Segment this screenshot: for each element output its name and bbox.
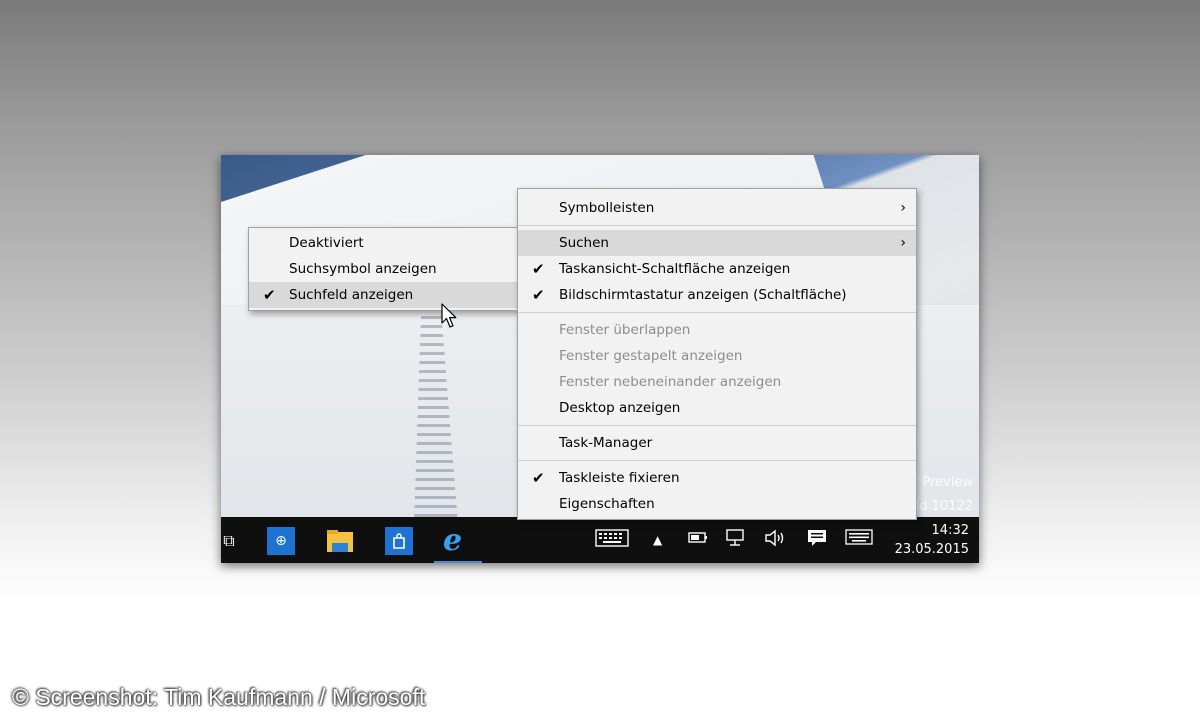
- menu-item-suchsymbol-anzeigen[interactable]: Suchsymbol anzeigen: [249, 256, 519, 282]
- menu-item-label: Task-Manager: [559, 435, 653, 451]
- volume-icon[interactable]: [764, 529, 786, 551]
- menu-item-label: Desktop anzeigen: [559, 400, 681, 416]
- notification-icon[interactable]: [807, 529, 827, 551]
- mouse-cursor-icon: [441, 303, 457, 328]
- menu-item-suchen[interactable]: Suchen ›: [518, 230, 916, 256]
- menu-item-label: Taskleiste fixieren: [559, 470, 680, 486]
- search-submenu: Deaktiviert Suchsymbol anzeigen ✔ Suchfe…: [248, 227, 520, 311]
- network-icon[interactable]: [726, 529, 746, 551]
- menu-item-label: Suchen: [559, 235, 609, 251]
- watermark-line1: r Preview: [912, 475, 973, 490]
- menu-item-label: Suchsymbol anzeigen: [289, 261, 437, 277]
- taskbar: ⧉ ⊕ e ▲ 14:32 23.05.2015: [221, 517, 979, 563]
- system-clock[interactable]: 14:32 23.05.2015: [895, 521, 969, 559]
- menu-item-desktop-anzeigen[interactable]: Desktop anzeigen: [518, 395, 916, 421]
- check-icon: ✔: [263, 286, 276, 304]
- menu-item-fenster-gestapelt: Fenster gestapelt anzeigen: [518, 343, 916, 369]
- menu-separator: [518, 425, 916, 426]
- menu-item-label: Fenster überlappen: [559, 322, 691, 338]
- clock-time: 14:32: [931, 523, 969, 538]
- menu-separator: [518, 225, 916, 226]
- check-icon: ✔: [532, 469, 545, 487]
- menu-item-label: Fenster nebeneinander anzeigen: [559, 374, 782, 390]
- image-credit: © Screenshot: Tim Kaufmann / Microsoft: [12, 684, 426, 710]
- check-icon: ✔: [532, 286, 545, 304]
- menu-item-deaktiviert[interactable]: Deaktiviert: [249, 230, 519, 256]
- keyboard-icon[interactable]: [595, 529, 629, 551]
- menu-item-fenster-nebeneinander: Fenster nebeneinander anzeigen: [518, 369, 916, 395]
- menu-item-eigenschaften[interactable]: Eigenschaften: [518, 491, 916, 517]
- watermark-line2: ld 10122: [915, 499, 973, 514]
- store-icon[interactable]: [385, 527, 413, 555]
- menu-separator: [518, 312, 916, 313]
- menu-item-label: Taskansicht-Schaltfläche anzeigen: [559, 261, 791, 277]
- menu-separator: [518, 460, 916, 461]
- menu-item-label: Eigenschaften: [559, 496, 655, 512]
- task-view-icon[interactable]: ⧉: [221, 527, 239, 555]
- clock-date: 23.05.2015: [894, 542, 969, 557]
- chevron-right-icon: ›: [900, 200, 906, 216]
- internet-explorer-icon[interactable]: e: [443, 526, 462, 556]
- menu-item-taskansicht[interactable]: ✔ Taskansicht-Schaltfläche anzeigen: [518, 256, 916, 282]
- chevron-right-icon: ›: [900, 235, 906, 251]
- menu-item-fenster-ueberlappen: Fenster überlappen: [518, 317, 916, 343]
- chevron-up-icon[interactable]: ▲: [653, 533, 662, 547]
- menu-item-label: Fenster gestapelt anzeigen: [559, 348, 743, 364]
- check-icon: ✔: [532, 260, 545, 278]
- menu-item-label: Bildschirmtastatur anzeigen (Schaltfläch…: [559, 287, 847, 303]
- touch-keyboard-icon[interactable]: [845, 529, 873, 549]
- menu-item-bildschirmtastatur[interactable]: ✔ Bildschirmtastatur anzeigen (Schaltflä…: [518, 282, 916, 308]
- menu-item-suchfeld-anzeigen[interactable]: ✔ Suchfeld anzeigen: [249, 282, 519, 308]
- menu-item-label: Suchfeld anzeigen: [289, 287, 414, 303]
- file-explorer-icon[interactable]: [326, 527, 354, 555]
- battery-icon[interactable]: [688, 529, 708, 549]
- taskbar-context-menu: Symbolleisten › Suchen › ✔ Taskansicht-S…: [517, 188, 917, 520]
- menu-item-label: Symbolleisten: [559, 200, 655, 216]
- menu-item-task-manager[interactable]: Task-Manager: [518, 430, 916, 456]
- network-app-icon[interactable]: ⊕: [267, 527, 295, 555]
- menu-item-symbolleisten[interactable]: Symbolleisten ›: [518, 195, 916, 221]
- menu-item-taskleiste-fixieren[interactable]: ✔ Taskleiste fixieren: [518, 465, 916, 491]
- menu-item-label: Deaktiviert: [289, 235, 364, 251]
